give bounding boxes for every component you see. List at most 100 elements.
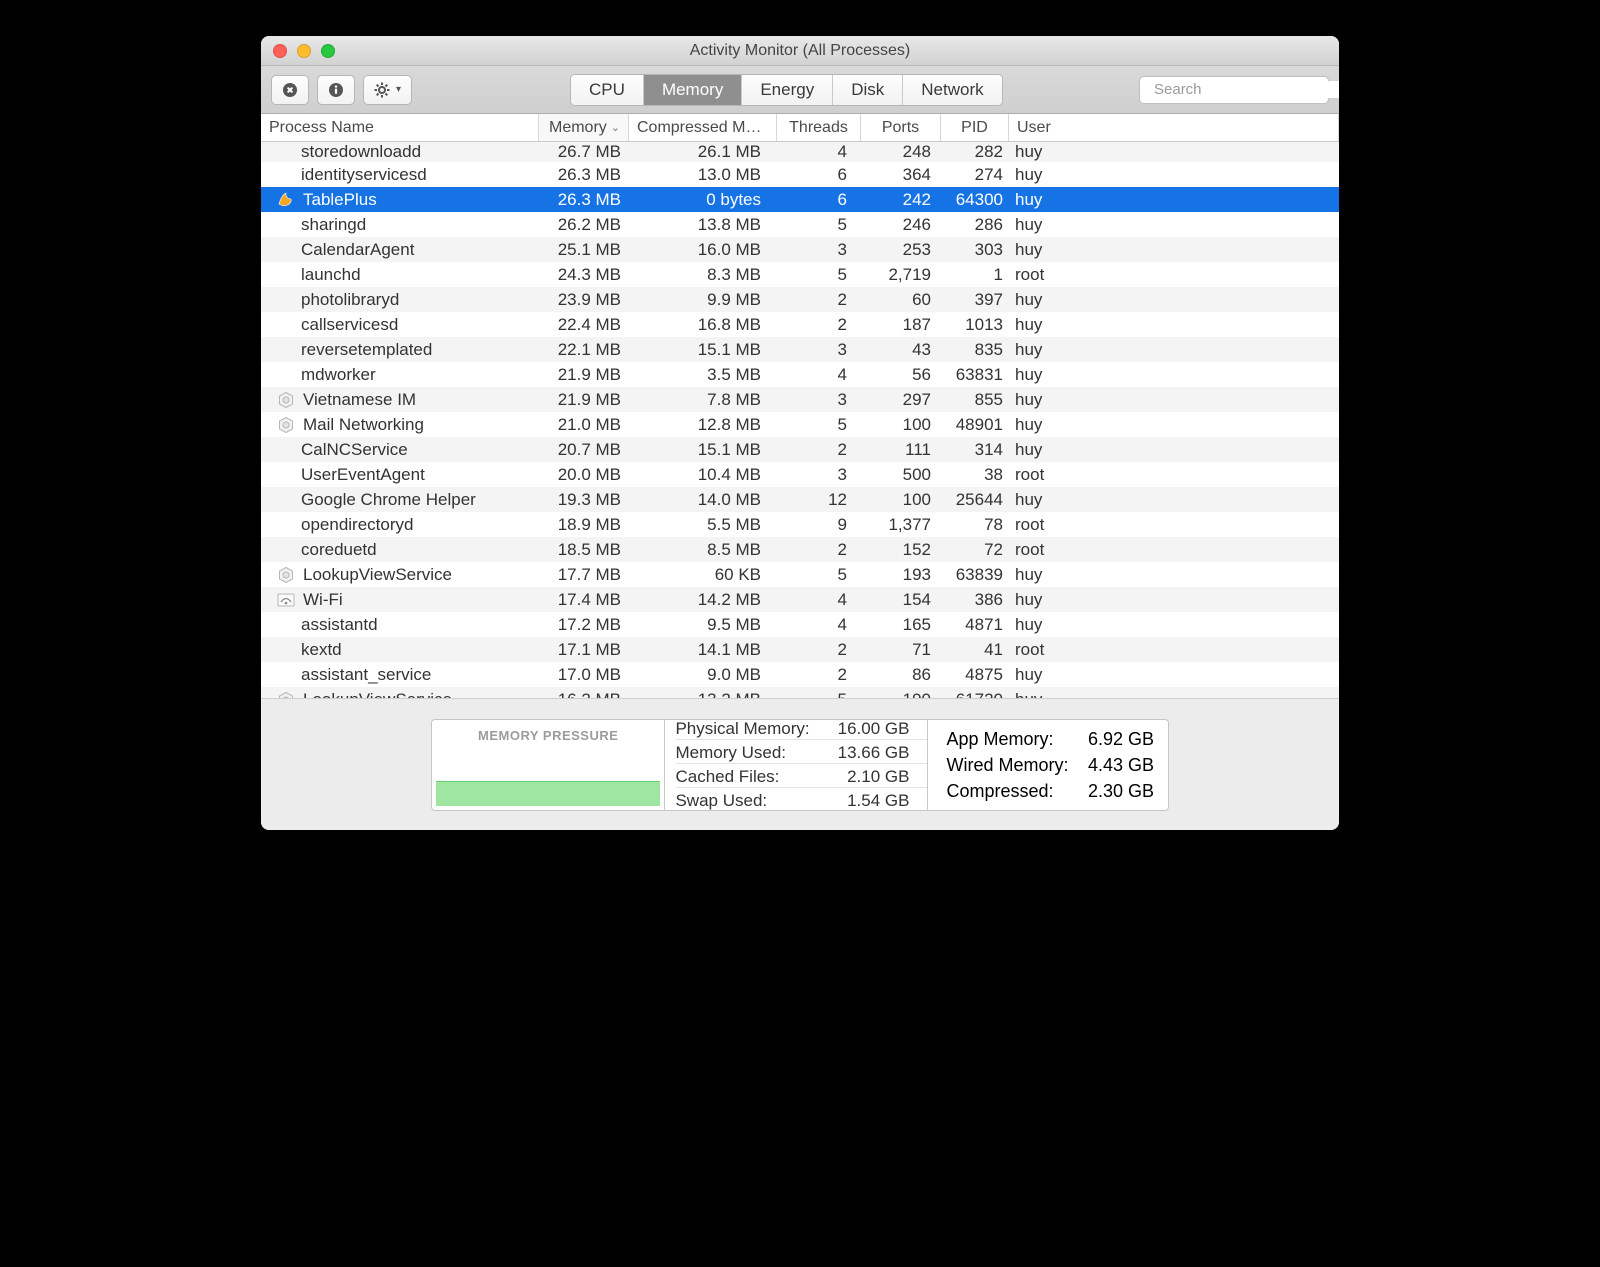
col-compressed[interactable]: Compressed M… xyxy=(629,114,777,141)
column-headers: Process Name Memory ⌄ Compressed M… Thre… xyxy=(261,114,1339,142)
tab-cpu[interactable]: CPU xyxy=(571,75,644,105)
cell-memory: 24.3 MB xyxy=(539,265,629,285)
cell-memory: 26.2 MB xyxy=(539,215,629,235)
tab-bar: CPU Memory Energy Disk Network xyxy=(570,74,1003,106)
cell-memory: 19.3 MB xyxy=(539,490,629,510)
cell-pid: 64300 xyxy=(941,190,1009,210)
window-controls xyxy=(273,44,335,58)
cell-user: huy xyxy=(1009,690,1339,699)
cell-user: huy xyxy=(1009,665,1339,685)
table-row[interactable]: CalendarAgent25.1 MB16.0 MB3253303huy xyxy=(261,237,1339,262)
stop-process-button[interactable] xyxy=(271,75,309,105)
maximize-window-button[interactable] xyxy=(321,44,335,58)
table-row[interactable]: Wi-Fi17.4 MB14.2 MB4154386huy xyxy=(261,587,1339,612)
compressed-label: Compressed: xyxy=(946,780,1053,802)
cell-pid: 282 xyxy=(941,142,1009,162)
cell-pid: 303 xyxy=(941,240,1009,260)
cell-threads: 12 xyxy=(777,490,861,510)
cell-compressed: 14.0 MB xyxy=(629,490,777,510)
cell-threads: 3 xyxy=(777,390,861,410)
table-row[interactable]: assistant_service17.0 MB9.0 MB2864875huy xyxy=(261,662,1339,687)
cached-files-label: Cached Files: xyxy=(675,766,779,787)
footer: MEMORY PRESSURE Physical Memory:16.00 GB… xyxy=(261,698,1339,830)
col-memory[interactable]: Memory ⌄ xyxy=(539,114,629,141)
sort-descending-icon: ⌄ xyxy=(611,121,620,134)
cell-memory: 20.0 MB xyxy=(539,465,629,485)
titlebar: Activity Monitor (All Processes) xyxy=(261,36,1339,66)
table-row[interactable]: kextd17.1 MB14.1 MB27141root xyxy=(261,637,1339,662)
cell-memory: 17.0 MB xyxy=(539,665,629,685)
swap-used-label: Swap Used: xyxy=(675,790,767,811)
search-field[interactable] xyxy=(1139,76,1329,104)
cell-ports: 246 xyxy=(861,215,941,235)
memory-pressure-area xyxy=(436,747,660,806)
cell-ports: 165 xyxy=(861,615,941,635)
cell-ports: 242 xyxy=(861,190,941,210)
table-row[interactable]: CalNCService20.7 MB15.1 MB2111314huy xyxy=(261,437,1339,462)
col-threads[interactable]: Threads xyxy=(777,114,861,141)
col-user[interactable]: User xyxy=(1009,114,1339,141)
gear-icon xyxy=(374,82,390,98)
table-row[interactable]: callservicesd22.4 MB16.8 MB21871013huy xyxy=(261,312,1339,337)
table-row[interactable]: mdworker21.9 MB3.5 MB45663831huy xyxy=(261,362,1339,387)
table-row[interactable]: UserEventAgent20.0 MB10.4 MB350038root xyxy=(261,462,1339,487)
table-row[interactable]: Google Chrome Helper19.3 MB14.0 MB121002… xyxy=(261,487,1339,512)
table-row[interactable]: Mail Networking21.0 MB12.8 MB510048901hu… xyxy=(261,412,1339,437)
cell-threads: 4 xyxy=(777,365,861,385)
table-row[interactable]: coreduetd18.5 MB8.5 MB215272root xyxy=(261,537,1339,562)
table-row[interactable]: reversetemplated22.1 MB15.1 MB343835huy xyxy=(261,337,1339,362)
activity-monitor-window: Activity Monitor (All Processes) ▾ CPU M… xyxy=(261,36,1339,830)
cell-memory: 17.4 MB xyxy=(539,590,629,610)
memory-summary-panel: MEMORY PRESSURE Physical Memory:16.00 GB… xyxy=(431,719,1169,811)
cell-ports: 154 xyxy=(861,590,941,610)
tab-network[interactable]: Network xyxy=(903,75,1001,105)
cell-ports: 1,377 xyxy=(861,515,941,535)
table-row[interactable]: LookupViewService16.2 MB13.2 MB519061720… xyxy=(261,687,1339,698)
table-row[interactable]: TablePlus26.3 MB0 bytes624264300huy xyxy=(261,187,1339,212)
cell-user: huy xyxy=(1009,440,1339,460)
table-row[interactable]: opendirectoryd18.9 MB5.5 MB91,37778root xyxy=(261,512,1339,537)
tab-memory[interactable]: Memory xyxy=(644,75,742,105)
search-input[interactable] xyxy=(1154,81,1339,98)
cell-threads: 4 xyxy=(777,615,861,635)
table-row[interactable]: storedownloadd26.7 MB26.1 MB4248282huy xyxy=(261,142,1339,162)
close-window-button[interactable] xyxy=(273,44,287,58)
tab-disk[interactable]: Disk xyxy=(833,75,903,105)
cell-memory: 21.9 MB xyxy=(539,390,629,410)
table-row[interactable]: assistantd17.2 MB9.5 MB41654871huy xyxy=(261,612,1339,637)
cell-memory: 22.1 MB xyxy=(539,340,629,360)
cell-pid: 61720 xyxy=(941,690,1009,699)
cell-ports: 187 xyxy=(861,315,941,335)
table-row[interactable]: photolibraryd23.9 MB9.9 MB260397huy xyxy=(261,287,1339,312)
cell-user: root xyxy=(1009,265,1339,285)
table-row[interactable]: Vietnamese IM21.9 MB7.8 MB3297855huy xyxy=(261,387,1339,412)
col-process-name[interactable]: Process Name xyxy=(261,114,539,141)
actions-menu-button[interactable]: ▾ xyxy=(363,75,412,105)
cell-threads: 4 xyxy=(777,142,861,162)
minimize-window-button[interactable] xyxy=(297,44,311,58)
cell-user: huy xyxy=(1009,142,1339,162)
cell-user: huy xyxy=(1009,490,1339,510)
col-ports[interactable]: Ports xyxy=(861,114,941,141)
table-row[interactable]: sharingd26.2 MB13.8 MB5246286huy xyxy=(261,212,1339,237)
process-icon xyxy=(277,416,295,434)
cell-compressed: 26.1 MB xyxy=(629,142,777,162)
cell-ports: 56 xyxy=(861,365,941,385)
chevron-down-icon: ▾ xyxy=(396,84,401,95)
col-pid[interactable]: PID xyxy=(941,114,1009,141)
table-row[interactable]: LookupViewService17.7 MB60 KB519363839hu… xyxy=(261,562,1339,587)
cell-compressed: 9.9 MB xyxy=(629,290,777,310)
table-row[interactable]: identityservicesd26.3 MB13.0 MB6364274hu… xyxy=(261,162,1339,187)
cell-memory: 26.3 MB xyxy=(539,165,629,185)
info-button[interactable] xyxy=(317,75,355,105)
app-memory-label: App Memory: xyxy=(946,728,1053,750)
cell-pid: 78 xyxy=(941,515,1009,535)
cell-compressed: 8.3 MB xyxy=(629,265,777,285)
process-table[interactable]: storedownloadd26.7 MB26.1 MB4248282huyid… xyxy=(261,142,1339,698)
table-row[interactable]: launchd24.3 MB8.3 MB52,7191root xyxy=(261,262,1339,287)
cell-compressed: 16.0 MB xyxy=(629,240,777,260)
cell-threads: 5 xyxy=(777,265,861,285)
cell-pid: 274 xyxy=(941,165,1009,185)
tab-energy[interactable]: Energy xyxy=(742,75,833,105)
cell-pid: 386 xyxy=(941,590,1009,610)
